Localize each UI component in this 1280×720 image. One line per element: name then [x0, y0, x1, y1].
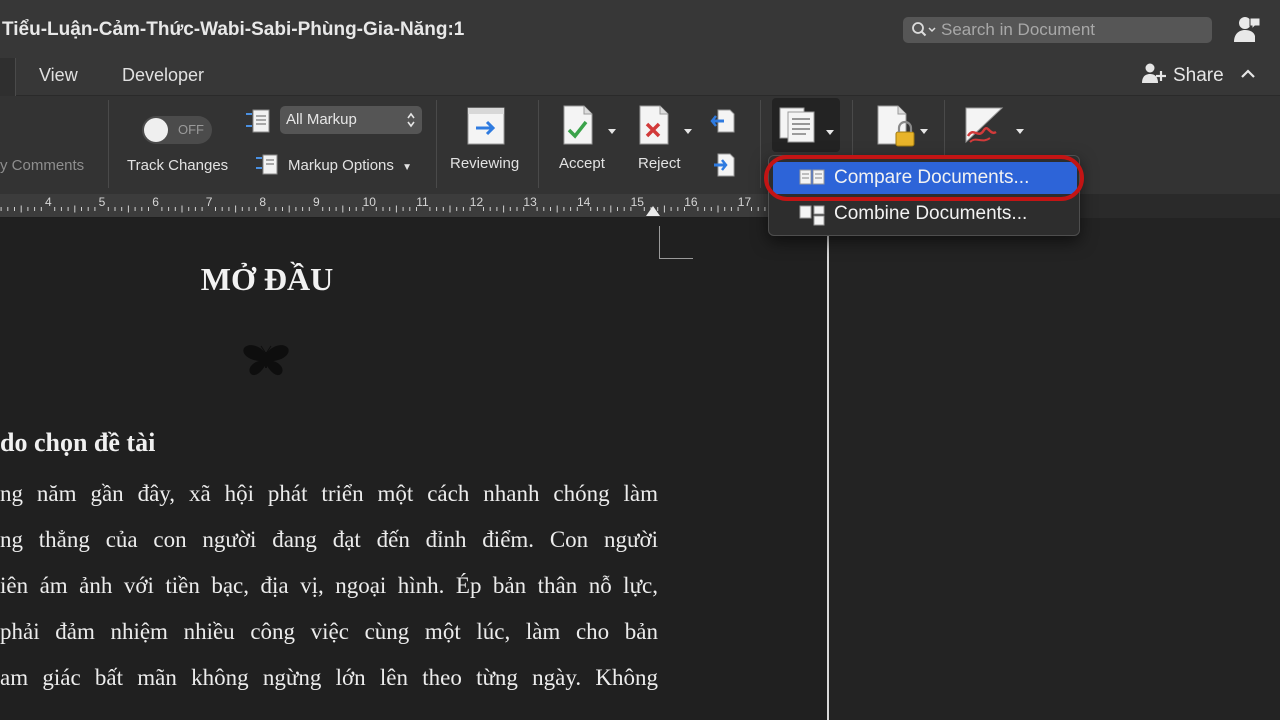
ribbon-separator — [108, 100, 109, 188]
document-title: Tiểu-Luận-Cảm-Thức-Wabi-Sabi-Phùng-Gia-N… — [2, 19, 465, 40]
ribbon-separator — [538, 100, 539, 188]
ruler-tick-label: 10 — [362, 195, 376, 209]
tab-view[interactable]: View — [39, 65, 78, 86]
toggle-knob — [144, 118, 168, 142]
body-line: am giác bất mãn không ngừng lớn lên theo… — [0, 665, 658, 690]
compare-dropdown-menu: Compare Documents... Combine Documents..… — [768, 155, 1080, 236]
reject-icon[interactable] — [638, 104, 672, 146]
markup-display-select[interactable]: All Markup — [280, 106, 422, 134]
compare-button[interactable] — [772, 98, 840, 152]
track-changes-label[interactable]: Track Changes — [127, 157, 228, 174]
search-icon — [911, 21, 937, 44]
tab-developer[interactable]: Developer — [122, 65, 204, 86]
body-line: iên ám ảnh với tiền bạc, địa vị, ngoại h… — [0, 573, 658, 598]
select-arrows-icon — [406, 110, 416, 130]
ruler-tick-label: 8 — [259, 195, 267, 209]
ruler-tick-label: 11 — [416, 195, 429, 209]
body-line: phải đảm nhiệm nhiều công việc cùng một … — [0, 619, 658, 644]
review-ribbon: y Comments OFF Track Changes All Markup … — [0, 96, 1280, 194]
ruler-tick-label: 6 — [152, 195, 159, 209]
tab-review-partial[interactable] — [0, 58, 16, 96]
search-box[interactable] — [903, 17, 1212, 43]
ink-pen-icon[interactable] — [964, 106, 1008, 146]
accept-dropdown-caret-icon[interactable] — [608, 122, 616, 134]
word-window: Tiểu-Luận-Cảm-Thức-Wabi-Sabi-Phùng-Gia-N… — [0, 0, 1280, 720]
markup-options-icon — [254, 150, 282, 178]
account-feedback-icon[interactable] — [1232, 14, 1262, 44]
section-title: do chọn đề tài — [0, 428, 156, 457]
ruler-tick-label: 17 — [737, 195, 752, 209]
ink-dropdown-caret-icon[interactable] — [1016, 122, 1024, 134]
search-input[interactable] — [941, 19, 1201, 41]
toggle-state-label: OFF — [178, 122, 204, 137]
ribbon-separator — [436, 100, 437, 188]
show-comments-label[interactable]: y Comments — [0, 157, 84, 174]
combine-documents-label: Combine Documents... — [834, 203, 1028, 224]
compare-documents-menu-icon — [799, 168, 825, 191]
horizontal-ruler[interactable]: 4 5 6 7 8 9 10 11 12 13 14 15 16 17 — [0, 194, 828, 218]
markup-options-button[interactable]: Markup Options ▼ — [288, 157, 412, 174]
butterfly-ornament-icon — [241, 344, 291, 378]
collapse-ribbon-chevron-icon[interactable] — [1240, 66, 1256, 82]
dropdown-caret-icon: ▼ — [402, 162, 412, 173]
title-bar: Tiểu-Luận-Cảm-Thức-Wabi-Sabi-Phùng-Gia-N… — [0, 0, 1280, 58]
document-heading: MỞ ĐẦU — [200, 261, 334, 297]
ribbon-tabs: View Developer Share — [0, 58, 1280, 96]
compare-documents-icon — [778, 106, 818, 149]
body-line: ng thẳng của con người đang đạt đến đỉnh… — [0, 527, 658, 552]
ruler-tick-label: 15 — [630, 195, 644, 209]
document-page[interactable]: MỞ ĐẦU do chọn đề tài ng năm gần đây, xã… — [0, 218, 829, 720]
compare-documents-menu-item[interactable]: Compare Documents... — [773, 162, 1077, 194]
share-label: Share — [1173, 65, 1224, 86]
protect-document-icon[interactable] — [876, 104, 918, 148]
ruler-tick-label: 16 — [684, 195, 698, 209]
compare-dropdown-caret-icon — [826, 123, 834, 141]
body-line: ng năm gần đây, xã hội phát triển một cá… — [0, 481, 658, 506]
ruler-ticks — [0, 205, 826, 213]
ruler-tick-label: 12 — [469, 195, 484, 209]
ruler-tick-label: 7 — [205, 195, 213, 209]
indent-marker-icon[interactable] — [646, 204, 660, 216]
ribbon-separator — [760, 100, 761, 188]
next-change-icon[interactable] — [710, 152, 736, 178]
markup-options-label: Markup Options — [288, 157, 394, 174]
protect-dropdown-caret-icon[interactable] — [920, 122, 928, 134]
page-corner-mark — [659, 226, 693, 259]
track-changes-toggle[interactable]: OFF — [142, 116, 212, 144]
markup-select-value: All Markup — [286, 111, 357, 128]
previous-change-icon[interactable] — [710, 108, 736, 134]
reviewing-pane-icon[interactable] — [466, 106, 506, 146]
accept-icon[interactable] — [562, 104, 596, 146]
ruler-tick-label: 9 — [313, 195, 320, 209]
combine-documents-menu-item[interactable]: Combine Documents... — [773, 198, 1077, 230]
ruler-tick-label: 4 — [45, 195, 52, 209]
display-for-review-icon — [244, 106, 274, 136]
ruler-tick-label: 13 — [523, 195, 537, 209]
combine-documents-menu-icon — [799, 204, 825, 231]
compare-documents-label: Compare Documents... — [834, 167, 1030, 188]
reject-dropdown-caret-icon[interactable] — [684, 122, 692, 134]
document-canvas[interactable]: MỞ ĐẦU do chọn đề tài ng năm gần đây, xã… — [0, 218, 1280, 720]
share-button[interactable]: Share — [1141, 62, 1224, 90]
ruler-tick-label: 14 — [577, 195, 591, 209]
reviewing-label[interactable]: Reviewing — [450, 155, 519, 172]
accept-label[interactable]: Accept — [559, 155, 605, 172]
add-person-icon — [1141, 62, 1167, 90]
reject-label[interactable]: Reject — [638, 155, 681, 172]
ruler-tick-label: 5 — [98, 195, 106, 209]
